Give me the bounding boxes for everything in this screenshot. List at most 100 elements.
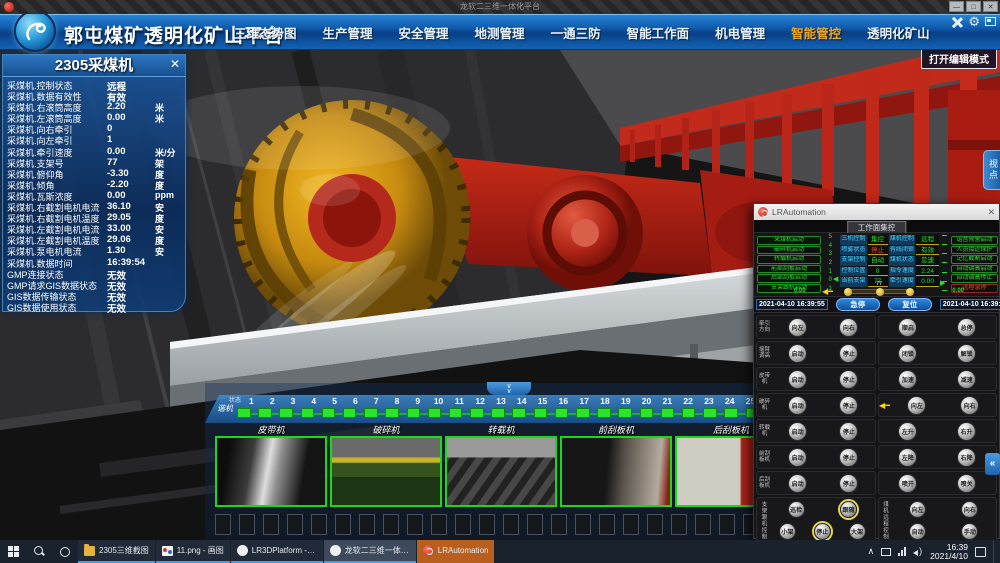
filmstrip-slot[interactable]	[527, 514, 543, 535]
round-button[interactable]: 向左	[909, 501, 926, 518]
round-button[interactable]: 总停	[957, 318, 976, 337]
nav-item[interactable]: 生产管理	[323, 23, 373, 42]
filmstrip-slot[interactable]	[335, 514, 351, 535]
tray-expand-icon[interactable]: ∧	[868, 546, 875, 557]
filmstrip-slot[interactable]	[431, 514, 447, 535]
filmstrip-slot[interactable]	[695, 514, 711, 535]
round-button[interactable]: 启动	[788, 370, 807, 389]
tab-workface-control[interactable]: 工作面集控	[847, 221, 907, 233]
round-button[interactable]: 停止	[839, 370, 858, 389]
filmstrip-slot[interactable]	[215, 514, 231, 535]
lr-function-button[interactable]: 自动调高停止	[951, 274, 998, 283]
lr-function-button[interactable]: 语音预警启动	[951, 236, 998, 245]
taskbar-app[interactable]: LRAutomation	[417, 540, 495, 563]
taskbar-app[interactable]: 11.png - 画图	[156, 540, 230, 563]
slider-knob[interactable]	[906, 288, 914, 296]
round-button[interactable]: 手动	[961, 523, 978, 540]
round-button[interactable]: 向左	[907, 396, 926, 415]
round-button[interactable]: 向左	[788, 318, 807, 337]
filmstrip-slot[interactable]	[455, 514, 471, 535]
cortana-button[interactable]	[52, 540, 78, 563]
collapse-chevron-icon[interactable]: ∨∨	[487, 382, 531, 395]
filmstrip-slot[interactable]	[287, 514, 303, 535]
round-button[interactable]: 左降	[898, 448, 917, 467]
filmstrip-slot[interactable]	[551, 514, 567, 535]
close-button[interactable]: ✕	[983, 1, 998, 12]
round-button[interactable]: 启动	[788, 474, 807, 493]
estop-button[interactable]: 急停	[836, 298, 880, 311]
reset-button[interactable]: 复位	[888, 298, 932, 311]
round-button[interactable]: 巡检	[788, 501, 805, 518]
round-button[interactable]: 解锁	[957, 344, 976, 363]
camera-thumbnail[interactable]	[445, 436, 557, 507]
round-button[interactable]: 喷关	[957, 474, 976, 493]
nav-item[interactable]: 智能管控	[791, 23, 841, 42]
filmstrip-slot[interactable]	[407, 514, 423, 535]
round-button[interactable]: 停止	[814, 523, 831, 540]
round-button[interactable]: 停止	[839, 474, 858, 493]
lr-function-button[interactable]: 自动调高启动	[951, 265, 998, 274]
nav-item[interactable]: 一通三防	[551, 23, 601, 42]
open-edit-mode-button[interactable]: 打开编辑模式	[921, 48, 997, 69]
display-icon[interactable]	[881, 548, 891, 556]
tray-clock[interactable]: 16:39 2021/4/10	[930, 543, 968, 561]
round-button[interactable]: 减速	[957, 370, 976, 389]
round-button[interactable]: 停止	[839, 448, 858, 467]
nav-item[interactable]: 智能工作面	[627, 23, 690, 42]
round-button[interactable]: 小架	[779, 523, 796, 540]
search-button[interactable]	[26, 540, 52, 563]
filmstrip-slot[interactable]	[503, 514, 519, 535]
taskbar-app[interactable]: 龙软二三维一体化...	[324, 540, 416, 563]
round-button[interactable]: 启动	[788, 396, 807, 415]
nav-item[interactable]: 地测管理	[475, 23, 525, 42]
lr-close-icon[interactable]: ✕	[987, 207, 995, 218]
filmstrip-slot[interactable]	[671, 514, 687, 535]
round-button[interactable]: 向右	[961, 501, 978, 518]
filmstrip-slot[interactable]	[647, 514, 663, 535]
lr-function-button[interactable]: 前部刮板启动	[757, 265, 821, 274]
tools-icon[interactable]	[951, 16, 963, 28]
volume-icon[interactable]	[913, 547, 923, 557]
camera-thumbnail[interactable]	[330, 436, 442, 507]
round-button[interactable]: 顺启	[898, 318, 917, 337]
nav-item[interactable]: 安全管理	[399, 23, 449, 42]
start-button[interactable]	[0, 540, 26, 563]
round-button[interactable]: 自动	[909, 523, 926, 540]
filmstrip-slot[interactable]	[479, 514, 495, 535]
round-button[interactable]: 闭锁	[898, 344, 917, 363]
round-button[interactable]: 右升	[957, 422, 976, 441]
nav-item[interactable]: 三维态势图	[234, 23, 297, 42]
filmstrip-slot[interactable]	[719, 514, 735, 535]
lr-function-button[interactable]: 破碎机启动	[757, 246, 821, 255]
round-button[interactable]: 跟随	[840, 501, 857, 518]
lr-function-button[interactable]: 转载机启动	[757, 255, 821, 264]
round-button[interactable]: 右降	[957, 448, 976, 467]
slider-track[interactable]	[846, 289, 912, 294]
taskbar-app[interactable]: LR3DPlatform - U...	[231, 540, 323, 563]
round-button[interactable]: 向右	[839, 318, 858, 337]
show-desktop-button[interactable]	[993, 540, 996, 563]
taskbar-app[interactable]: 2305三维截图	[78, 540, 155, 563]
filmstrip-slot[interactable]	[239, 514, 255, 535]
filmstrip-slot[interactable]	[311, 514, 327, 535]
filmstrip-slot[interactable]	[383, 514, 399, 535]
camera-thumbnail[interactable]	[560, 436, 672, 507]
panel-close-icon[interactable]: ✕	[170, 57, 180, 71]
round-button[interactable]: 喷开	[898, 474, 917, 493]
restore-window-icon[interactable]	[985, 17, 996, 26]
round-button[interactable]: 启动	[788, 422, 807, 441]
filmstrip-slot[interactable]	[623, 514, 639, 535]
network-icon[interactable]	[898, 547, 906, 556]
slider-knob[interactable]	[844, 288, 852, 296]
filmstrip-slot[interactable]	[263, 514, 279, 535]
round-button[interactable]: 大架	[849, 523, 866, 540]
slider-knob[interactable]	[876, 288, 884, 296]
filmstrip-slot[interactable]	[575, 514, 591, 535]
filmstrip-slot[interactable]	[599, 514, 615, 535]
round-button[interactable]: 启动	[788, 448, 807, 467]
notifications-icon[interactable]	[975, 547, 986, 557]
position-slider[interactable]: 0.00 ◀━ 77 0.00	[794, 285, 964, 297]
lr-function-button[interactable]: 采煤机启动	[757, 236, 821, 245]
nav-item[interactable]: 机电管理	[715, 23, 765, 42]
lr-function-button[interactable]: 人员接近保护	[951, 246, 998, 255]
